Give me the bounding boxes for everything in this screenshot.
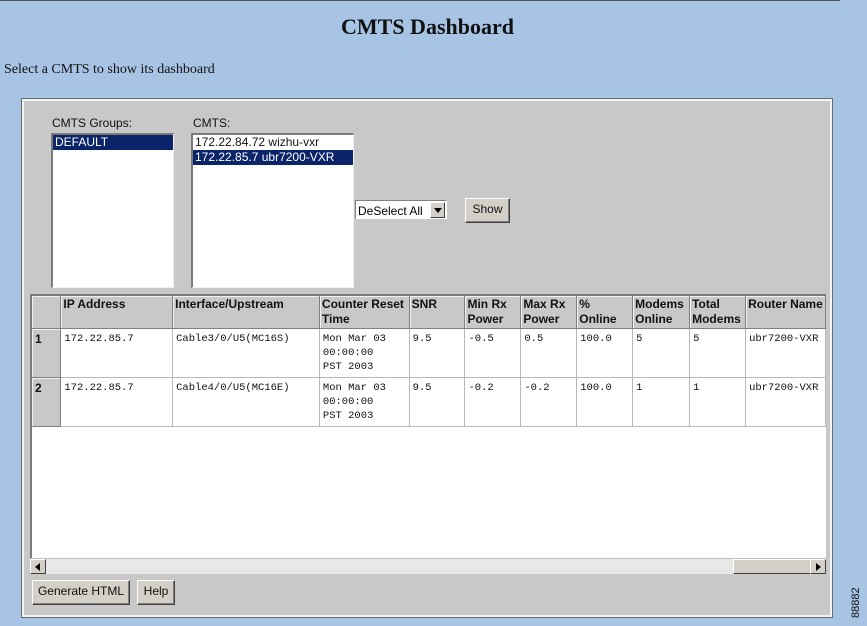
col-header-counter-reset[interactable]: Counter Reset Time (319, 296, 410, 329)
cell-interface: Cable3/0/U5(MC16S) (172, 328, 320, 378)
col-header-snr[interactable]: SNR (409, 296, 466, 329)
cmts-groups-list[interactable]: DEFAULT (51, 133, 174, 288)
cmts-item-ubr7200[interactable]: 172.22.85.7 ubr7200-VXR (193, 150, 353, 165)
top-rule (0, 0, 840, 1)
horizontal-scrollbar[interactable] (30, 558, 826, 574)
cell-snr: 9.5 (409, 328, 466, 378)
cell-router-name: ubr7200-VXR (745, 377, 826, 427)
show-button[interactable]: Show (465, 198, 510, 223)
chevron-down-icon[interactable] (430, 202, 445, 218)
scroll-thumb[interactable] (733, 559, 811, 574)
col-header-rownum[interactable] (32, 296, 62, 329)
col-header-interface[interactable]: Interface/Upstream (172, 296, 320, 329)
selection-dropdown-value: DeSelect All (358, 204, 423, 218)
cmts-item-wizhu[interactable]: 172.22.84.72 wizhu-vxr (193, 135, 353, 150)
col-header-modems-online[interactable]: Modems Online (632, 296, 691, 329)
cell-snr: 9.5 (409, 377, 466, 427)
dashboard-table: IP Address Interface/Upstream Counter Re… (32, 296, 826, 427)
cell-max-rx: -0.2 (520, 377, 578, 427)
dashboard-table-viewport: IP Address Interface/Upstream Counter Re… (30, 294, 826, 558)
generate-html-button[interactable]: Generate HTML (32, 580, 130, 605)
dashboard-applet: CMTS Groups: DEFAULT CMTS: 172.22.84.72 … (21, 98, 833, 618)
cell-pct-online: 100.0 (576, 328, 634, 378)
cmts-groups-label: CMTS Groups: (52, 116, 133, 130)
row-number: 1 (32, 328, 62, 378)
help-button[interactable]: Help (137, 580, 175, 605)
cell-pct-online: 100.0 (576, 377, 634, 427)
col-header-max-rx[interactable]: Max Rx Power (520, 296, 578, 329)
table-header-row: IP Address Interface/Upstream Counter Re… (32, 296, 826, 329)
cell-counter-reset: Mon Mar 03 00:00:00 PST 2003 (319, 377, 410, 427)
group-item-default[interactable]: DEFAULT (53, 135, 173, 150)
cell-interface: Cable4/0/U5(MC16E) (172, 377, 320, 427)
cell-max-rx: 0.5 (520, 328, 578, 378)
cell-min-rx: -0.2 (464, 377, 522, 427)
figure-id-text: 88882 (850, 587, 862, 618)
cell-ip-address: 172.22.85.7 (60, 377, 174, 427)
table-row[interactable]: 1 172.22.85.7 Cable3/0/U5(MC16S) Mon Mar… (32, 328, 826, 378)
col-header-ip-address[interactable]: IP Address (60, 296, 174, 329)
cell-modems-online: 5 (632, 328, 691, 378)
cell-counter-reset: Mon Mar 03 00:00:00 PST 2003 (319, 328, 410, 378)
scroll-right-icon[interactable] (810, 559, 826, 574)
selection-dropdown[interactable]: DeSelect All (355, 200, 447, 219)
cell-modems-online: 1 (632, 377, 691, 427)
col-header-total-modems[interactable]: Total Modems (689, 296, 747, 329)
figure-id: 88882 (850, 578, 864, 618)
col-header-min-rx[interactable]: Min Rx Power (464, 296, 522, 329)
cmts-label: CMTS: (193, 116, 231, 130)
scroll-left-icon[interactable] (30, 559, 46, 574)
cell-ip-address: 172.22.85.7 (60, 328, 174, 378)
cell-min-rx: -0.5 (464, 328, 522, 378)
cell-total-modems: 1 (689, 377, 747, 427)
row-number: 2 (32, 377, 62, 427)
table-row[interactable]: 2 172.22.85.7 Cable4/0/U5(MC16E) Mon Mar… (32, 377, 826, 427)
page-subtitle: Select a CMTS to show its dashboard (4, 62, 215, 77)
cell-total-modems: 5 (689, 328, 747, 378)
cmts-list[interactable]: 172.22.84.72 wizhu-vxr 172.22.85.7 ubr72… (191, 133, 354, 288)
col-header-pct-online[interactable]: % Online (576, 296, 634, 329)
page-title: CMTS Dashboard (341, 14, 514, 39)
cell-router-name: ubr7200-VXR (745, 328, 826, 378)
col-header-router-name[interactable]: Router Name (745, 296, 826, 329)
